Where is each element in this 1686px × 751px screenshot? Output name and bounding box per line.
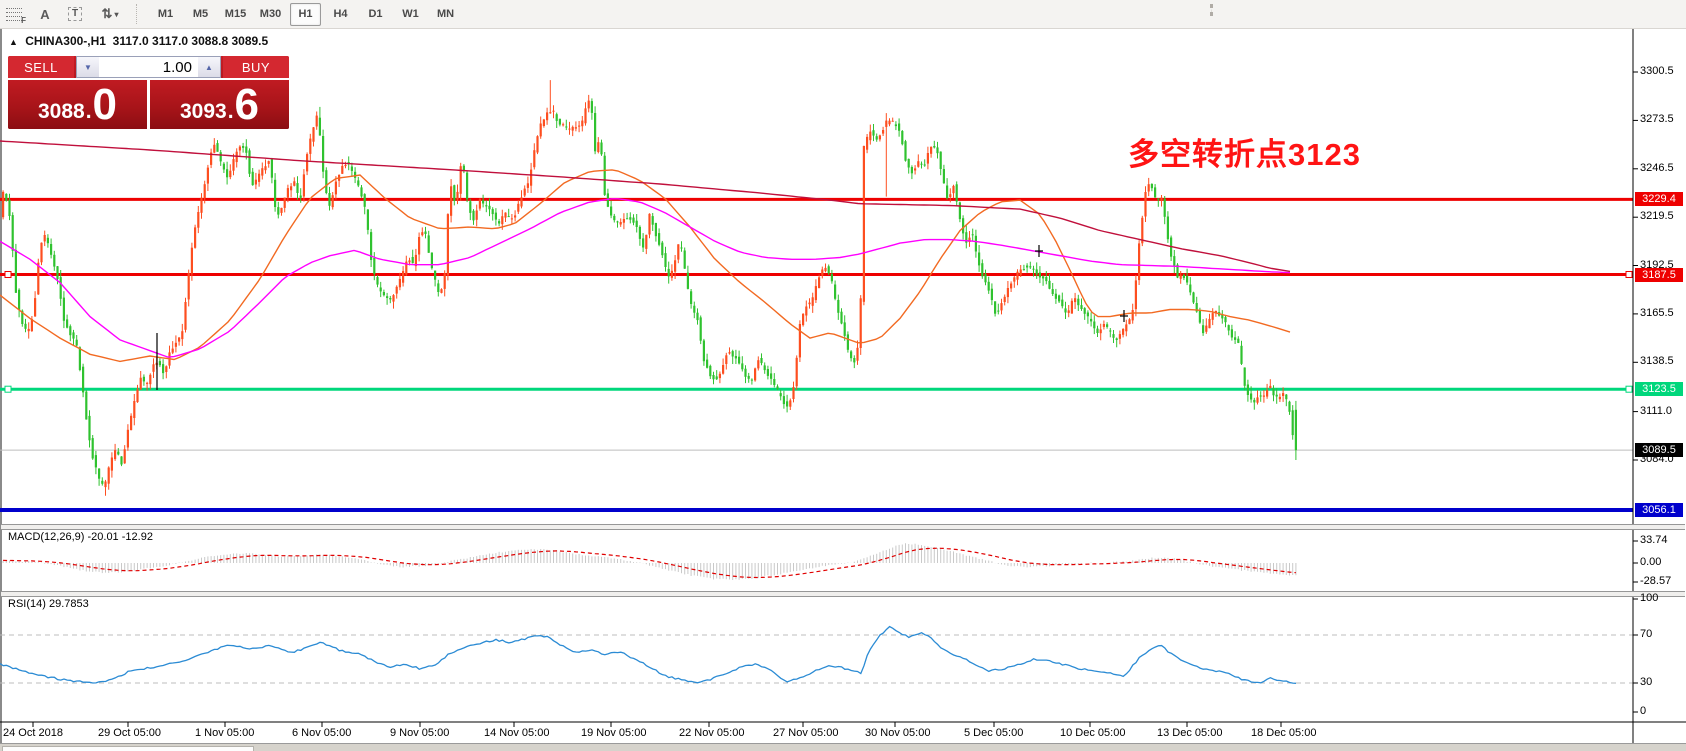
timeframe-button-h4[interactable]: H4 xyxy=(325,3,356,26)
macd-scale-label: 0.00 xyxy=(1640,556,1661,568)
date-label: 14 Nov 05:00 xyxy=(484,727,549,739)
arrows-icon: ⇅ xyxy=(102,6,113,22)
trade-panel-top-row: SELL ▼ ▲ BUY xyxy=(8,56,289,78)
sell-button[interactable]: SELL xyxy=(8,56,74,78)
date-label: 18 Dec 05:00 xyxy=(1251,727,1316,739)
text-tool-button[interactable]: A xyxy=(32,3,58,25)
chart-title: ▲ CHINA300-,H1 3117.0 3117.0 3088.8 3089… xyxy=(9,34,268,48)
buy-price-dot: . xyxy=(228,99,234,125)
macd-scale-label: 33.74 xyxy=(1640,534,1668,546)
sell-price-main: 3088 xyxy=(38,99,85,125)
price-tick-label: 3165.5 xyxy=(1640,307,1674,319)
date-label: 29 Oct 05:00 xyxy=(98,727,161,739)
collapse-icon[interactable]: ▲ xyxy=(9,37,18,47)
volume-increase-button[interactable]: ▲ xyxy=(198,57,220,77)
toolbar-separator xyxy=(136,4,142,24)
rsi-name: RSI(14) xyxy=(8,598,46,610)
price-tick-label: 3138.5 xyxy=(1640,355,1674,367)
price-tag-3187.5: 3187.5 xyxy=(1635,268,1683,282)
arrow-objects-button[interactable]: ⇅ ▾ xyxy=(92,3,128,25)
price-tag-3056.1: 3056.1 xyxy=(1635,503,1683,517)
date-label: 30 Nov 05:00 xyxy=(865,727,930,739)
timeframe-button-m1[interactable]: M1 xyxy=(150,3,181,26)
rsi-scale-label: 0 xyxy=(1640,705,1646,717)
buy-price-big-digit: 6 xyxy=(235,85,259,125)
sell-price-dot: . xyxy=(86,99,92,125)
one-click-trading-panel: SELL ▼ ▲ BUY 3088 . 0 3093 . 6 xyxy=(8,56,289,129)
date-label: 22 Nov 05:00 xyxy=(679,727,744,739)
date-label: 13 Dec 05:00 xyxy=(1157,727,1222,739)
status-cell xyxy=(2,746,254,751)
price-tick-label: 3219.5 xyxy=(1640,210,1674,222)
timeframe-button-d1[interactable]: D1 xyxy=(360,3,391,26)
chart-annotation-text: 多空转折点3123 xyxy=(1128,129,1361,174)
spin-up-icon: ▲ xyxy=(205,63,213,72)
timeframe-button-mn[interactable]: MN xyxy=(430,3,461,26)
price-tick-label: 3246.5 xyxy=(1640,162,1674,174)
timeframe-button-m5[interactable]: M5 xyxy=(185,3,216,26)
rsi-scale-label: 70 xyxy=(1640,628,1652,640)
rsi-pane-splitter[interactable] xyxy=(1,591,1685,597)
fibonacci-tool-button[interactable]: F xyxy=(2,3,28,25)
rsi-scale-label: 100 xyxy=(1640,592,1658,604)
volume-decrease-button[interactable]: ▼ xyxy=(77,57,99,77)
spin-down-icon: ▼ xyxy=(84,63,92,72)
date-label: 6 Nov 05:00 xyxy=(292,727,351,739)
fibonacci-icon: F xyxy=(6,7,24,21)
symbol-period: CHINA300-,H1 xyxy=(25,34,106,48)
date-label: 9 Nov 05:00 xyxy=(390,727,449,739)
timeframe-button-m30[interactable]: M30 xyxy=(255,3,286,26)
chevron-down-icon: ▾ xyxy=(114,10,118,19)
status-strip xyxy=(0,743,1686,751)
timeframe-button-h1[interactable]: H1 xyxy=(290,3,321,26)
buy-price-main: 3093 xyxy=(180,99,227,125)
text-label-tool-button[interactable]: T xyxy=(62,3,88,25)
chart-window[interactable] xyxy=(0,28,1686,745)
price-tag-3089.5: 3089.5 xyxy=(1635,443,1683,457)
volume-input[interactable] xyxy=(99,57,198,77)
macd-signal-value: -12.92 xyxy=(122,531,153,543)
sell-price-big-digit: 0 xyxy=(93,85,117,125)
toolbar: F A T ⇅ ▾ M1M5M15M30H1H4D1W1MN xyxy=(0,0,1686,29)
date-label: 24 Oct 2018 xyxy=(3,727,63,739)
price-tick-label: 3111.0 xyxy=(1640,405,1672,417)
price-tick-label: 3300.5 xyxy=(1640,65,1674,77)
price-tag-3229.4: 3229.4 xyxy=(1635,192,1683,206)
ohlc-close: 3089.5 xyxy=(231,34,268,48)
ohlc-open: 3117.0 xyxy=(113,34,149,48)
price-tag-3123.5: 3123.5 xyxy=(1635,382,1683,396)
rsi-value: 29.7853 xyxy=(49,598,89,610)
timeframe-button-w1[interactable]: W1 xyxy=(395,3,426,26)
date-label: 1 Nov 05:00 xyxy=(195,727,254,739)
macd-scale-label: -28.57 xyxy=(1640,575,1671,587)
text-box-icon: T xyxy=(68,7,82,21)
price-tick-label: 3273.5 xyxy=(1640,113,1674,125)
date-label: 5 Dec 05:00 xyxy=(964,727,1023,739)
sell-price-button[interactable]: 3088 . 0 xyxy=(8,80,147,129)
macd-value: -20.01 xyxy=(87,531,118,543)
macd-name: MACD(12,26,9) xyxy=(8,531,84,543)
timeframe-group: M1M5M15M30H1H4D1W1MN xyxy=(148,3,463,26)
macd-label: MACD(12,26,9) -20.01 -12.92 xyxy=(8,531,153,543)
buy-price-button[interactable]: 3093 . 6 xyxy=(150,80,289,129)
date-label: 10 Dec 05:00 xyxy=(1060,727,1125,739)
ohlc-high: 3117.0 xyxy=(152,34,188,48)
date-label: 27 Nov 05:00 xyxy=(773,727,838,739)
timeframe-button-m15[interactable]: M15 xyxy=(220,3,251,26)
rsi-label: RSI(14) 29.7853 xyxy=(8,598,89,610)
date-label: 19 Nov 05:00 xyxy=(581,727,646,739)
toolbar-drag-handle[interactable] xyxy=(1210,4,1217,16)
text-a-icon: A xyxy=(40,7,49,22)
buy-button[interactable]: BUY xyxy=(223,56,289,78)
macd-pane-splitter[interactable] xyxy=(1,524,1685,530)
volume-stepper: ▼ ▲ xyxy=(76,56,221,78)
mt4-window: F A T ⇅ ▾ M1M5M15M30H1H4D1W1MN ▲ CHINA30… xyxy=(0,0,1686,751)
ohlc-low: 3088.8 xyxy=(191,34,228,48)
rsi-scale-label: 30 xyxy=(1640,676,1652,688)
